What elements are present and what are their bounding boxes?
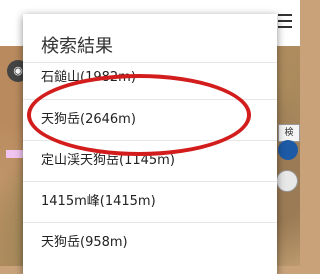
result-item-jozankei-tengudake[interactable]: 定山渓天狗岳(1145m) [23, 140, 277, 181]
menu-icon[interactable] [278, 14, 292, 28]
result-item-tengudake-958[interactable]: 天狗岳(958m) [23, 222, 277, 263]
dialog-title: 検索結果 [41, 36, 113, 57]
compass-button[interactable] [276, 170, 298, 192]
result-item-1415m-peak[interactable]: 1415m峰(1415m) [23, 181, 277, 222]
search-results-dialog: 検索結果 石鎚山(1982m) 天狗岳(2646m) 定山渓天狗岳(1145m)… [23, 14, 277, 274]
result-list: 石鎚山(1982m) 天狗岳(2646m) 定山渓天狗岳(1145m) 1415… [23, 62, 277, 263]
result-item-ishizuchi[interactable]: 石鎚山(1982m) [23, 62, 277, 99]
result-item-tengudake-2646[interactable]: 天狗岳(2646m) [23, 99, 277, 140]
location-button[interactable] [278, 140, 298, 160]
